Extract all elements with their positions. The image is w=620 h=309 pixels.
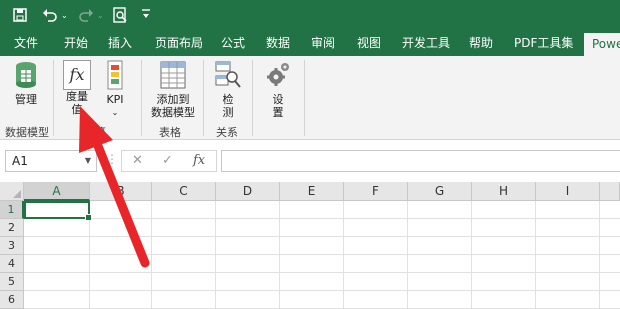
row-header[interactable]: 6 (0, 291, 24, 309)
tab-power-pivot[interactable]: Power (584, 33, 620, 56)
cancel-icon[interactable]: ✕ (132, 153, 143, 168)
manage-button[interactable]: 管理 (8, 60, 44, 106)
kpi-button[interactable]: KPI ⌄ (100, 60, 130, 119)
column-header[interactable] (600, 182, 620, 201)
tab-help[interactable]: 帮助 (469, 30, 493, 56)
redo-dropdown-icon: ⌄ (97, 11, 104, 20)
grid-line (24, 290, 620, 291)
kpi-label: KPI (106, 93, 124, 106)
group-label-tables: 表格 (159, 126, 181, 139)
tab-formulas[interactable]: 公式 (221, 30, 245, 56)
manage-label: 管理 (15, 93, 37, 106)
chevron-down-icon[interactable]: ▼ (85, 151, 91, 171)
customize-qat-icon[interactable] (141, 5, 151, 23)
formula-bar: A1 ▼ ⋮ ✕ ✓ fx (0, 140, 620, 182)
ribbon-separator (252, 60, 253, 136)
column-header[interactable]: D (216, 182, 280, 201)
name-box[interactable]: A1 ▼ (5, 150, 97, 172)
grid-line (471, 201, 472, 309)
detect-label-2: 测 (222, 106, 234, 119)
column-header[interactable]: F (344, 182, 408, 201)
tab-insert[interactable]: 插入 (108, 30, 132, 56)
grid-line (343, 201, 344, 309)
column-header[interactable]: B (90, 182, 152, 201)
grid-line (407, 201, 408, 309)
insert-function-icon[interactable]: fx (193, 153, 205, 168)
column-header[interactable]: A (24, 182, 90, 201)
undo-dropdown-icon[interactable]: ⌄ (61, 7, 68, 25)
row-header[interactable]: 2 (0, 219, 24, 237)
group-label-data-model: 数据模型 (5, 126, 49, 139)
row-header[interactable]: 1 (0, 201, 24, 219)
tab-review[interactable]: 审阅 (311, 30, 335, 56)
add-to-label-2: 数据模型 (151, 106, 195, 119)
ribbon-separator (141, 60, 142, 136)
settings-label-2: 置 (272, 106, 284, 119)
name-box-value: A1 (12, 154, 28, 168)
row-header[interactable]: 5 (0, 273, 24, 291)
enter-icon[interactable]: ✓ (162, 153, 173, 168)
formula-buttons: ✕ ✓ fx (121, 150, 217, 172)
column-header[interactable]: E (280, 182, 344, 201)
ribbon-separator (53, 60, 54, 136)
tab-file[interactable]: 文件 (14, 30, 38, 56)
ribbon: 管理 数据模型 fx 度量 值 KPI ⌄ 算 添加到 数据模型 表格 检 测 … (0, 56, 620, 140)
redo-icon (78, 6, 94, 24)
grid-line (535, 201, 536, 309)
table-icon (160, 61, 186, 89)
quick-access-toolbar: ⌄ ⌄ (0, 0, 620, 30)
grid-line (599, 201, 600, 309)
tab-pdf-tools[interactable]: PDF工具集 (514, 30, 573, 56)
column-header[interactable]: G (408, 182, 472, 201)
grid-line (279, 201, 280, 309)
add-to-data-model-button[interactable]: 添加到 数据模型 (148, 60, 198, 119)
grid-line (24, 218, 620, 219)
tab-page-layout[interactable]: 页面布局 (155, 30, 203, 56)
kpi-dropdown-icon[interactable]: ⌄ (100, 106, 130, 119)
fx-measure-icon: fx (63, 60, 91, 90)
save-icon[interactable] (13, 6, 27, 24)
tab-data[interactable]: 数据 (266, 30, 290, 56)
tab-home[interactable]: 开始 (64, 30, 88, 56)
undo-icon[interactable] (42, 6, 58, 24)
grid-line (215, 201, 216, 309)
gear-icon (267, 63, 289, 86)
print-preview-icon[interactable] (113, 6, 128, 24)
kpi-icon (107, 60, 123, 90)
measures-button[interactable]: fx 度量 值 (58, 60, 96, 116)
ribbon-tabs: 文件 开始 插入 页面布局 公式 数据 审阅 视图 开发工具 帮助 PDF工具集… (0, 30, 620, 56)
settings-button[interactable]: 设 置 (260, 60, 296, 119)
spreadsheet-grid: A B C D E F G H I 1 2 3 4 5 6 (0, 182, 620, 309)
drag-handle-icon[interactable]: ⋮ (106, 152, 118, 166)
tab-developer[interactable]: 开发工具 (402, 30, 450, 56)
group-label-calculations: 算 (95, 126, 106, 139)
settings-label-1: 设 (272, 93, 284, 106)
grid-line (24, 272, 620, 273)
group-label-relationships: 关系 (216, 126, 238, 139)
row-header[interactable]: 3 (0, 237, 24, 255)
selected-cell-a1[interactable] (24, 201, 92, 221)
manage-icon (16, 62, 36, 88)
tab-view[interactable]: 视图 (357, 30, 381, 56)
ribbon-separator (203, 60, 204, 136)
select-all-button[interactable] (0, 182, 24, 201)
column-header[interactable]: I (536, 182, 600, 201)
add-to-label-1: 添加到 (156, 93, 190, 106)
measures-label-1: 度量 (66, 90, 88, 103)
ribbon-separator (304, 60, 305, 136)
measures-label-2: 值 (71, 103, 83, 116)
grid-line (24, 236, 620, 237)
column-header[interactable]: H (472, 182, 536, 201)
formula-input[interactable] (221, 150, 620, 172)
column-header[interactable]: C (152, 182, 216, 201)
detect-button[interactable]: 检 测 (210, 60, 246, 119)
row-header[interactable]: 4 (0, 255, 24, 273)
detect-label-1: 检 (222, 93, 234, 106)
detect-icon (215, 61, 241, 88)
grid-line (151, 201, 152, 309)
grid-line (24, 254, 620, 255)
